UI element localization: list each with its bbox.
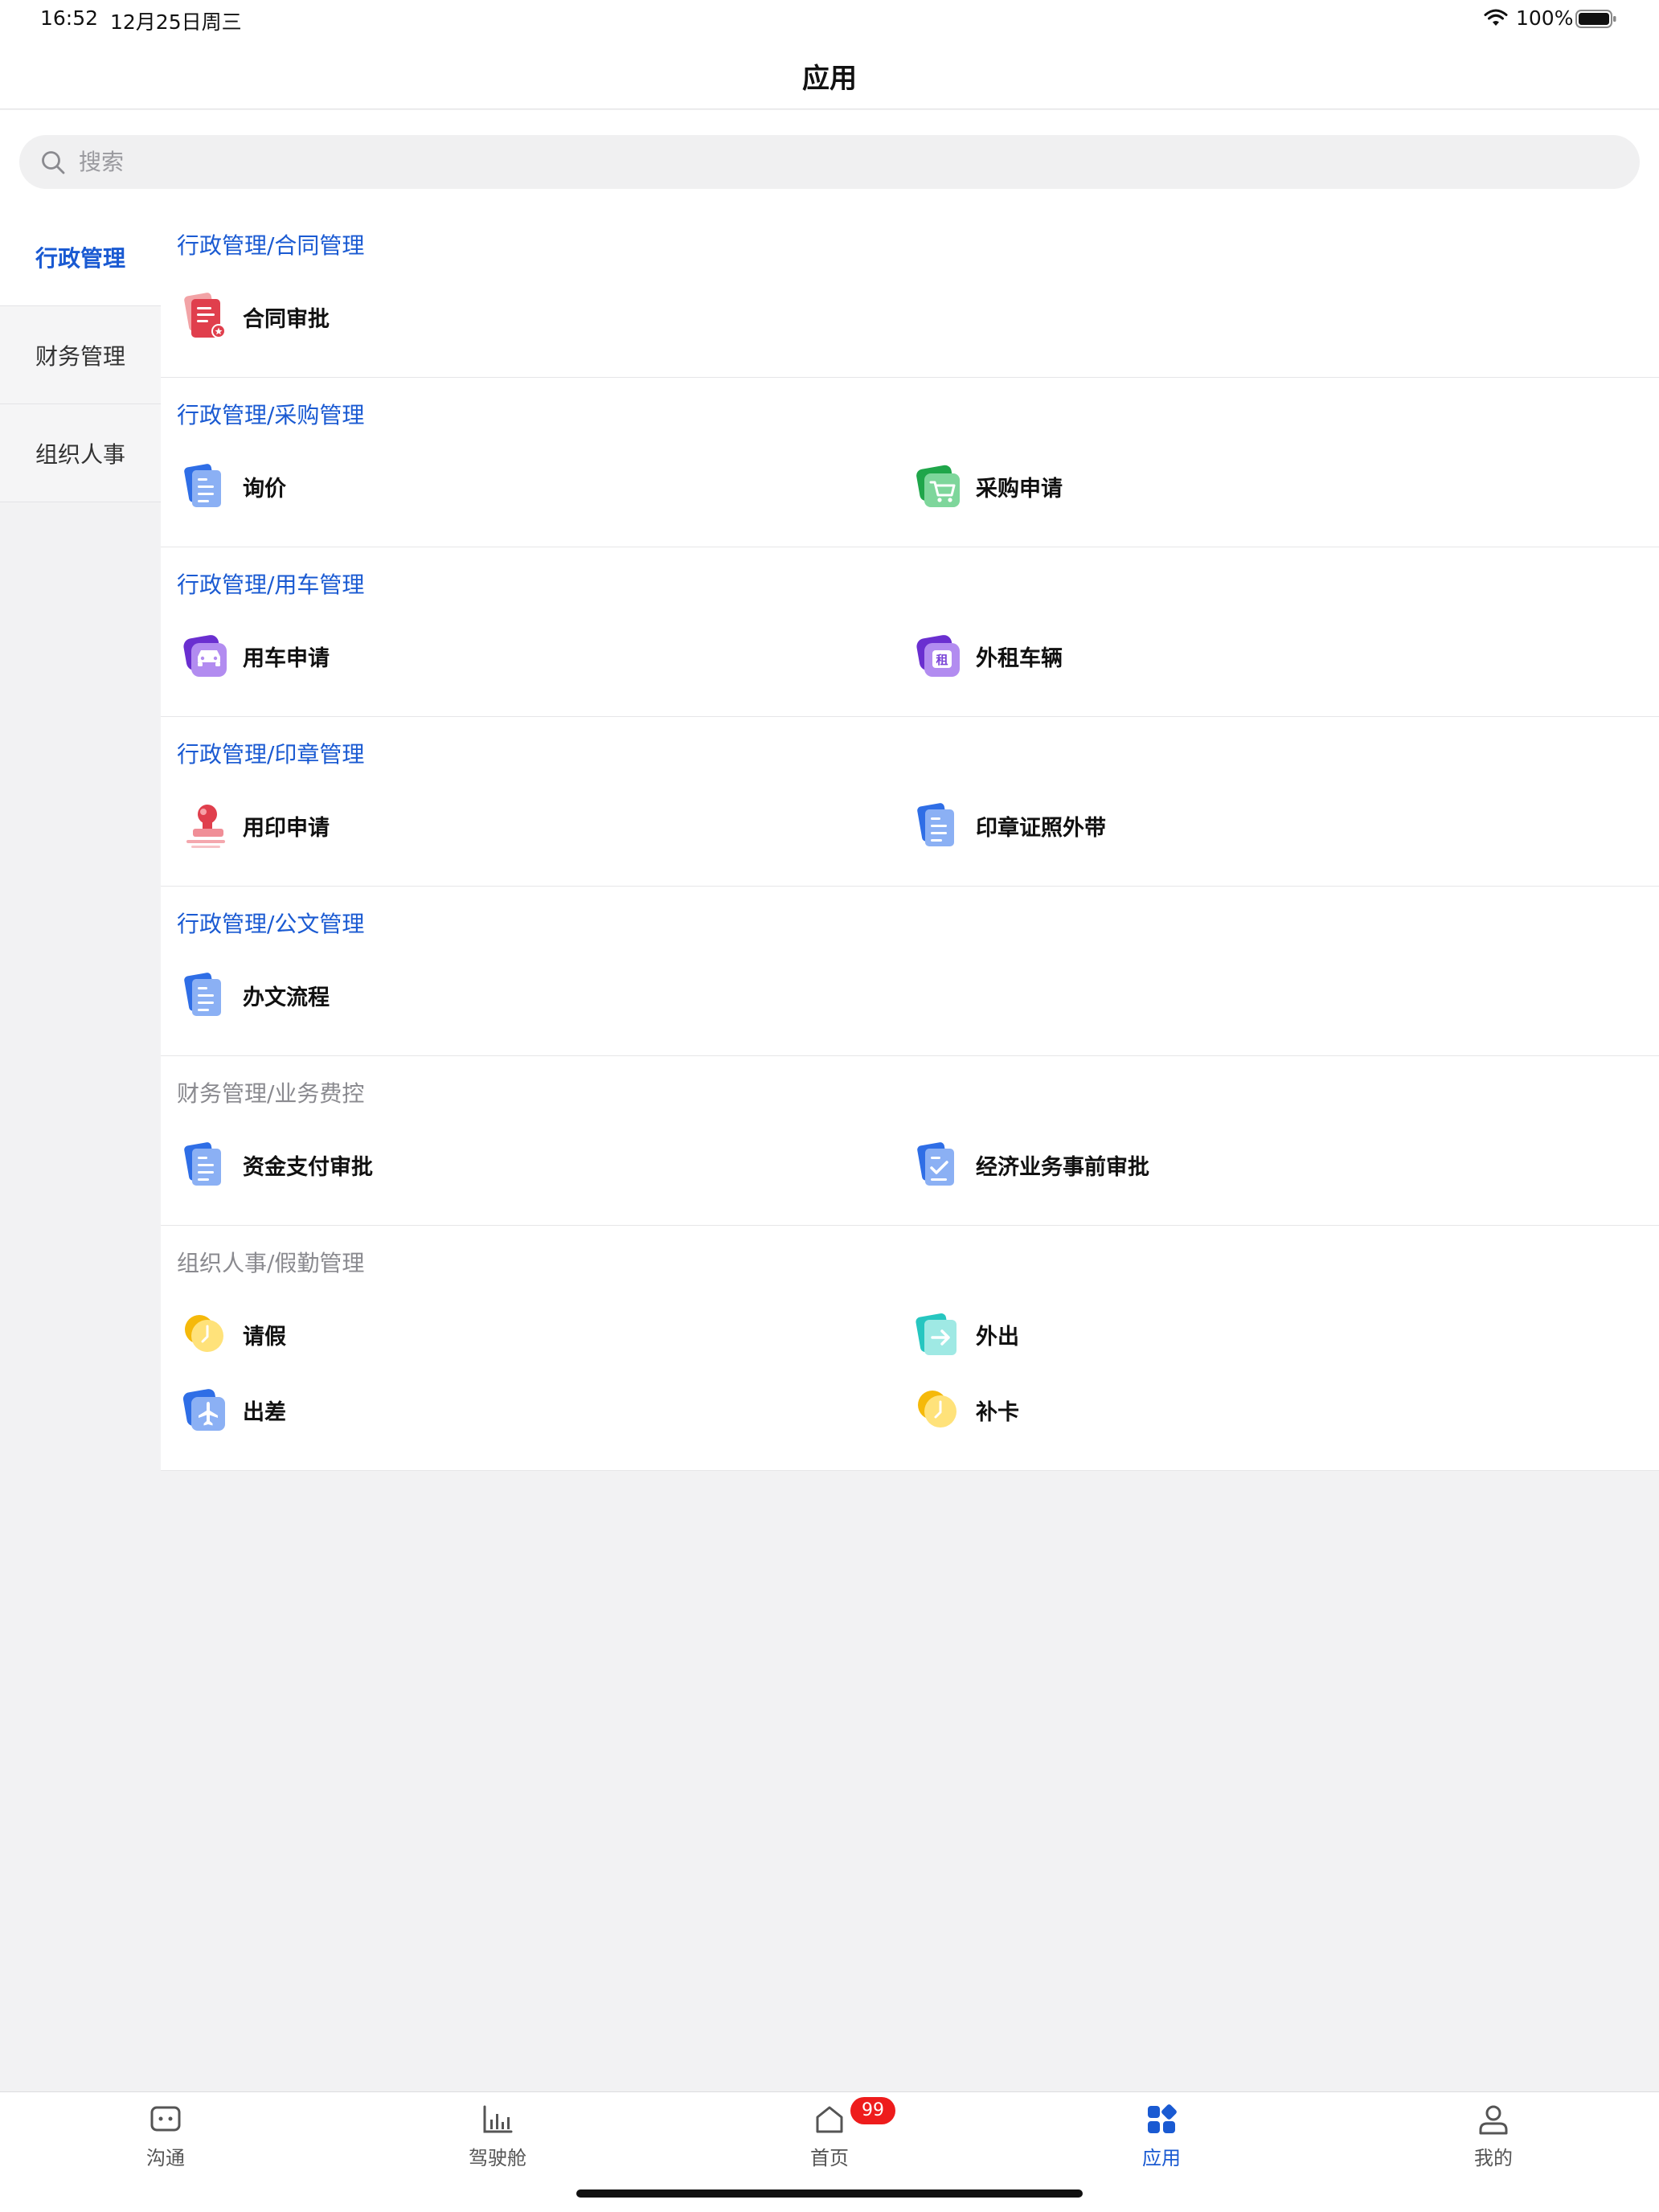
battery-percent: 100% xyxy=(1516,6,1574,30)
section-title: 行政管理/用车管理 xyxy=(177,571,365,598)
search-area xyxy=(0,110,1659,208)
svg-text:租: 租 xyxy=(936,653,948,667)
section-contract: 行政管理/合同管理 合同审批 xyxy=(161,208,1659,378)
status-date: 12月25日周三 xyxy=(110,10,242,34)
tab-cockpit[interactable]: 驾驶舱 xyxy=(441,2103,554,2176)
app-label: 用车申请 xyxy=(243,645,330,671)
tab-chat[interactable]: 沟通 xyxy=(109,2103,222,2176)
chat-icon xyxy=(150,2106,181,2132)
section-title: 行政管理/印章管理 xyxy=(177,741,365,768)
tab-mine[interactable]: 我的 xyxy=(1437,2103,1550,2176)
app-label: 资金支付审批 xyxy=(243,1154,373,1180)
app-inquiry[interactable]: 询价 xyxy=(177,449,910,524)
app-rental-vehicle[interactable]: 租 外租车辆 xyxy=(910,618,1643,694)
app-business-trip[interactable]: 出差 xyxy=(177,1372,910,1448)
check-document-icon xyxy=(917,1142,954,1186)
app-label: 补卡 xyxy=(976,1399,1019,1425)
car-icon xyxy=(183,635,227,677)
clock-icon xyxy=(918,1391,956,1428)
header: 应用 xyxy=(0,39,1659,109)
tab-label: 应用 xyxy=(1142,2147,1181,2169)
app-list: 行政管理/合同管理 合同审批 行政管理/采购管理 询价 采购申请 行政管理/用车… xyxy=(161,208,1659,2092)
app-seal-request[interactable]: 用印申请 xyxy=(177,788,910,863)
page-title: 应用 xyxy=(802,63,857,95)
app-card-replacement[interactable]: 补卡 xyxy=(910,1372,1643,1448)
app-label: 合同审批 xyxy=(243,306,330,332)
app-label: 请假 xyxy=(243,1324,286,1350)
wifi-icon xyxy=(1484,9,1508,26)
clock-icon xyxy=(185,1315,223,1352)
home-icon xyxy=(816,2106,843,2133)
app-document-flow[interactable]: 办文流程 xyxy=(177,957,910,1033)
app-purchase-request[interactable]: 采购申请 xyxy=(910,449,1643,524)
rent-icon: 租 xyxy=(916,635,960,677)
tab-label: 沟通 xyxy=(146,2147,185,2169)
section-procurement: 行政管理/采购管理 询价 采购申请 xyxy=(161,378,1659,547)
battery-icon xyxy=(1575,10,1616,28)
status-bar: 16:52 12月25日周三 100% xyxy=(0,0,1659,39)
section-title: 行政管理/合同管理 xyxy=(177,232,365,259)
tab-label: 首页 xyxy=(810,2147,849,2169)
document-icon xyxy=(917,803,954,846)
app-leave[interactable]: 请假 xyxy=(177,1296,910,1372)
apps-icon xyxy=(1148,2104,1177,2133)
app-label: 经济业务事前审批 xyxy=(976,1154,1149,1180)
app-label: 采购申请 xyxy=(976,476,1063,502)
app-label: 印章证照外带 xyxy=(976,815,1106,841)
section-vehicle: 行政管理/用车管理 用车申请 租 外租车辆 xyxy=(161,547,1659,717)
app-vehicle-request[interactable]: 用车申请 xyxy=(177,618,910,694)
section-expense: 财务管理/业务费控 资金支付审批 经济业务事前审批 xyxy=(161,1056,1659,1226)
search-input[interactable] xyxy=(79,143,1606,181)
home-indicator xyxy=(576,2189,1083,2198)
app-label: 外租车辆 xyxy=(976,645,1063,671)
section-attendance: 组织人事/假勤管理 请假 外出 出差 补卡 xyxy=(161,1226,1659,1471)
app-pre-approval[interactable]: 经济业务事前审批 xyxy=(910,1127,1643,1202)
app-label: 办文流程 xyxy=(243,985,330,1010)
section-title: 组织人事/假勤管理 xyxy=(177,1250,365,1276)
app-contract-approval[interactable]: 合同审批 xyxy=(177,279,910,354)
section-title: 行政管理/采购管理 xyxy=(177,402,365,428)
section-seal: 行政管理/印章管理 用印申请 印章证照外带 xyxy=(161,717,1659,887)
search-box[interactable] xyxy=(19,135,1640,189)
category-item-hr[interactable]: 组织人事 xyxy=(0,404,161,502)
section-document: 行政管理/公文管理 办文流程 xyxy=(161,887,1659,1056)
status-time: 16:52 xyxy=(40,6,99,30)
category-item-finance[interactable]: 财务管理 xyxy=(0,306,161,404)
app-label: 外出 xyxy=(976,1324,1019,1350)
tab-home[interactable]: 99 首页 xyxy=(773,2097,895,2176)
exit-icon xyxy=(916,1313,956,1355)
tab-label: 我的 xyxy=(1474,2147,1513,2169)
document-icon xyxy=(184,1142,221,1186)
tab-apps[interactable]: 应用 xyxy=(1105,2103,1218,2176)
category-nav: 行政管理 财务管理 组织人事 xyxy=(0,208,161,502)
section-title: 行政管理/公文管理 xyxy=(177,911,365,937)
app-payment-approval[interactable]: 资金支付审批 xyxy=(177,1127,910,1202)
app-go-out[interactable]: 外出 xyxy=(910,1296,1643,1372)
app-label: 用印申请 xyxy=(243,815,330,841)
stamp-icon xyxy=(186,805,225,848)
document-icon xyxy=(184,464,221,507)
app-label: 询价 xyxy=(243,476,286,502)
app-label: 出差 xyxy=(243,1399,286,1425)
contract-icon xyxy=(184,293,226,338)
plane-icon xyxy=(182,1389,225,1431)
bar-chart-icon xyxy=(483,2105,513,2133)
user-icon xyxy=(1479,2105,1508,2135)
section-title: 财务管理/业务费控 xyxy=(177,1080,365,1107)
app-seal-carry-out[interactable]: 印章证照外带 xyxy=(910,788,1643,863)
notification-badge: 99 xyxy=(850,2097,895,2124)
cart-icon xyxy=(916,465,960,507)
tab-label: 驾驶舱 xyxy=(469,2147,526,2169)
document-icon xyxy=(184,973,221,1016)
search-icon xyxy=(42,151,65,174)
category-item-admin[interactable]: 行政管理 xyxy=(0,208,161,306)
